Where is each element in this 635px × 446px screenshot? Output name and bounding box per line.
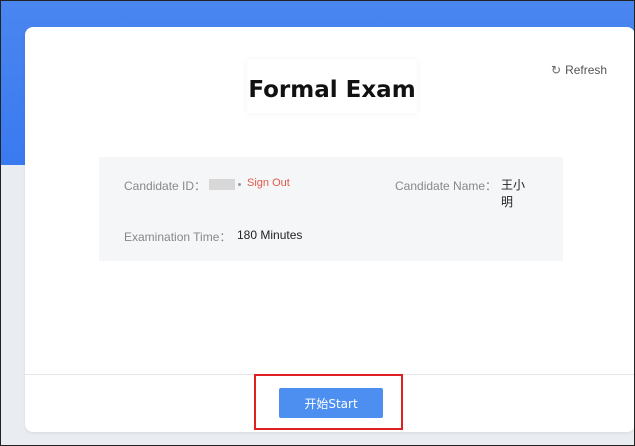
masked-separator bbox=[238, 183, 241, 186]
refresh-icon: ↻ bbox=[551, 63, 562, 77]
candidate-id-label: Candidate ID： bbox=[124, 179, 207, 193]
start-button[interactable]: 开始Start bbox=[279, 388, 383, 418]
refresh-button[interactable]: ↻ Refresh bbox=[551, 63, 607, 77]
app-frame: Formal Exam ↻ Refresh Candidate ID： Sign… bbox=[0, 0, 635, 446]
candidate-id-value-masked bbox=[209, 179, 235, 190]
candidate-name-label: Candidate Name： bbox=[395, 179, 498, 193]
refresh-label: Refresh bbox=[565, 63, 608, 77]
exam-card: Formal Exam ↻ Refresh Candidate ID： Sign… bbox=[25, 27, 634, 432]
page-title: Formal Exam bbox=[248, 77, 416, 103]
exam-time-label: Examination Time： bbox=[124, 230, 232, 244]
sign-out-link[interactable]: Sign Out bbox=[247, 177, 290, 189]
candidate-info-panel: Candidate ID： Sign Out Candidate Name： 王… bbox=[99, 157, 563, 261]
exam-time-value: 180 Minutes bbox=[237, 228, 303, 242]
candidate-name-value: 王小明 bbox=[501, 178, 526, 209]
